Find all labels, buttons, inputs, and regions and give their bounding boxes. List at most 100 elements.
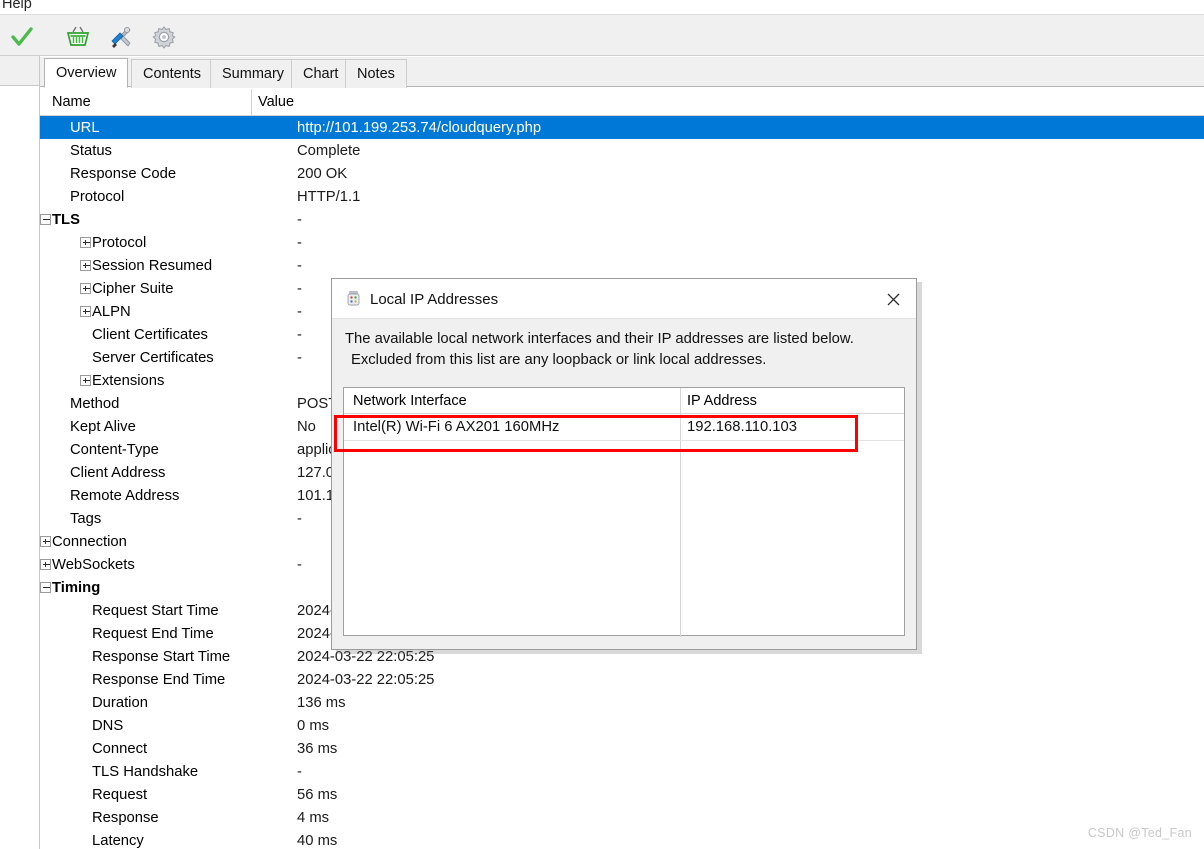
tree-row-name: Response (92, 809, 159, 826)
tree-row[interactable]: DNS 0 ms (40, 714, 1204, 737)
tree-row-name: Request Start Time (92, 602, 219, 619)
tree-row-name: Request End Time (92, 625, 214, 642)
dialog-description: The available local network interfaces a… (345, 329, 901, 371)
gear-icon[interactable] (150, 23, 178, 51)
application-window: Help Overview Contents Summary Chart Not… (0, 0, 1204, 849)
tree-row-name: Protocol (92, 234, 147, 251)
tree-row[interactable]: Status Complete (40, 139, 1204, 162)
dialog-description-line1: The available local network interfaces a… (345, 331, 854, 347)
tree-row-name: Client Address (70, 464, 166, 481)
tree-row[interactable]: TLS - (40, 208, 1204, 231)
expand-icon[interactable] (80, 375, 91, 386)
tree-row[interactable]: Response Code 200 OK (40, 162, 1204, 185)
tab-label: Summary (222, 66, 285, 82)
left-rail-header (0, 56, 39, 86)
table-row[interactable]: Intel(R) Wi-Fi 6 AX201 160MHz 192.168.11… (344, 414, 904, 440)
tree-row-value: - (297, 326, 302, 343)
tab-notes[interactable]: Notes (345, 59, 407, 88)
tree-row-name: Server Certificates (92, 349, 214, 366)
tree-row-value: - (297, 349, 302, 366)
table-header-ip-address[interactable]: IP Address (687, 388, 757, 413)
tree-row-value: - (297, 556, 302, 573)
tree-row-name: Response End Time (92, 671, 226, 688)
column-header-name[interactable]: Name (52, 88, 91, 115)
tree-row-value: - (297, 763, 302, 780)
cell-ip-address: 192.168.110.103 (687, 419, 797, 435)
tree-row[interactable]: Latency 40 ms (40, 829, 1204, 849)
tab-chart[interactable]: Chart (291, 59, 351, 88)
tree-row-value: - (297, 510, 302, 527)
tree-row[interactable]: Protocol HTTP/1.1 (40, 185, 1204, 208)
tab-summary[interactable]: Summary (210, 59, 297, 88)
tree-row-value: 0 ms (297, 717, 330, 734)
tree-row-value: - (297, 303, 302, 320)
tree-row[interactable]: Connect 36 ms (40, 737, 1204, 760)
expand-icon[interactable] (80, 260, 91, 271)
tree-row-value: 2024-03-22 22:05:25 (297, 671, 435, 688)
app-icon (345, 290, 362, 307)
tree-row-name: DNS (92, 717, 124, 734)
collapse-icon[interactable] (40, 214, 51, 225)
dialog-description-line2: Excluded from this list are any loopback… (351, 352, 767, 368)
tools-icon[interactable] (107, 23, 135, 51)
tree-row[interactable]: URL http://101.199.253.74/cloudquery.php (40, 116, 1204, 139)
tree-row-value: 36 ms (297, 740, 338, 757)
collapse-icon[interactable] (40, 582, 51, 593)
tab-label: Chart (303, 66, 339, 82)
menu-bar: Help (0, 0, 1204, 14)
tree-row-name: Connect (92, 740, 148, 757)
checkmark-icon[interactable] (8, 23, 36, 51)
tree-row-name: Cipher Suite (92, 280, 174, 297)
tree-row-name: WebSockets (52, 556, 135, 573)
tree-row-name: Kept Alive (70, 418, 136, 435)
ip-address-table: Network Interface IP Address Intel(R) Wi… (343, 387, 905, 637)
column-divider[interactable] (251, 89, 252, 115)
tree-row-value: - (297, 211, 302, 228)
tree-row[interactable]: Response End Time 2024-03-22 22:05:25 (40, 668, 1204, 691)
table-header-network-interface[interactable]: Network Interface (353, 388, 467, 413)
close-icon[interactable] (870, 279, 916, 319)
tree-row-name: TLS Handshake (92, 763, 199, 780)
tree-row-name: Timing (52, 579, 101, 596)
tab-strip: Overview Contents Summary Chart Notes (40, 57, 1204, 88)
tree-row-name: Response Start Time (92, 648, 231, 665)
tree-row[interactable]: Response 4 ms (40, 806, 1204, 829)
tab-label: Notes (357, 66, 395, 82)
expand-icon[interactable] (80, 306, 91, 317)
tree-row-value: 200 OK (297, 165, 348, 182)
column-header-value[interactable]: Value (258, 88, 294, 115)
expand-icon[interactable] (40, 559, 51, 570)
expand-icon[interactable] (80, 283, 91, 294)
tree-row-name: Extensions (92, 372, 165, 389)
dialog-title-bar: Local IP Addresses (332, 279, 916, 319)
tree-row-name: Content-Type (70, 441, 159, 458)
tab-contents[interactable]: Contents (131, 59, 214, 88)
tab-overview[interactable]: Overview (44, 58, 129, 88)
tree-row-name: Connection (52, 533, 127, 550)
tree-row-value: HTTP/1.1 (297, 188, 361, 205)
tree-row[interactable]: Request 56 ms (40, 783, 1204, 806)
tree-row-name: Remote Address (70, 487, 180, 504)
tree-row[interactable]: Session Resumed - (40, 254, 1204, 277)
left-rail (0, 56, 40, 849)
table-header-row: Network Interface IP Address (344, 388, 904, 414)
tree-row[interactable]: Duration 136 ms (40, 691, 1204, 714)
tree-row-value: - (297, 280, 302, 297)
tree-row-value: 56 ms (297, 786, 338, 803)
expand-icon[interactable] (80, 237, 91, 248)
tree-row-value: 40 ms (297, 832, 338, 849)
tab-label: Overview (56, 65, 117, 81)
watermark: CSDN @Ted_Fan (1087, 826, 1192, 840)
tree-row-name: TLS (52, 211, 80, 228)
menu-item-help[interactable]: Help (2, 0, 32, 13)
tree-row-name: URL (67, 116, 103, 139)
expand-icon[interactable] (40, 536, 51, 547)
toolbar (0, 14, 1204, 56)
tree-row[interactable]: TLS Handshake - (40, 760, 1204, 783)
tree-row-value: 4 ms (297, 809, 330, 826)
tree-column-header: Name Value (40, 88, 1204, 116)
basket-icon[interactable] (64, 23, 92, 51)
tree-row[interactable]: Protocol - (40, 231, 1204, 254)
tree-row-value: Complete (297, 142, 361, 159)
tree-row-value: No (297, 418, 316, 435)
